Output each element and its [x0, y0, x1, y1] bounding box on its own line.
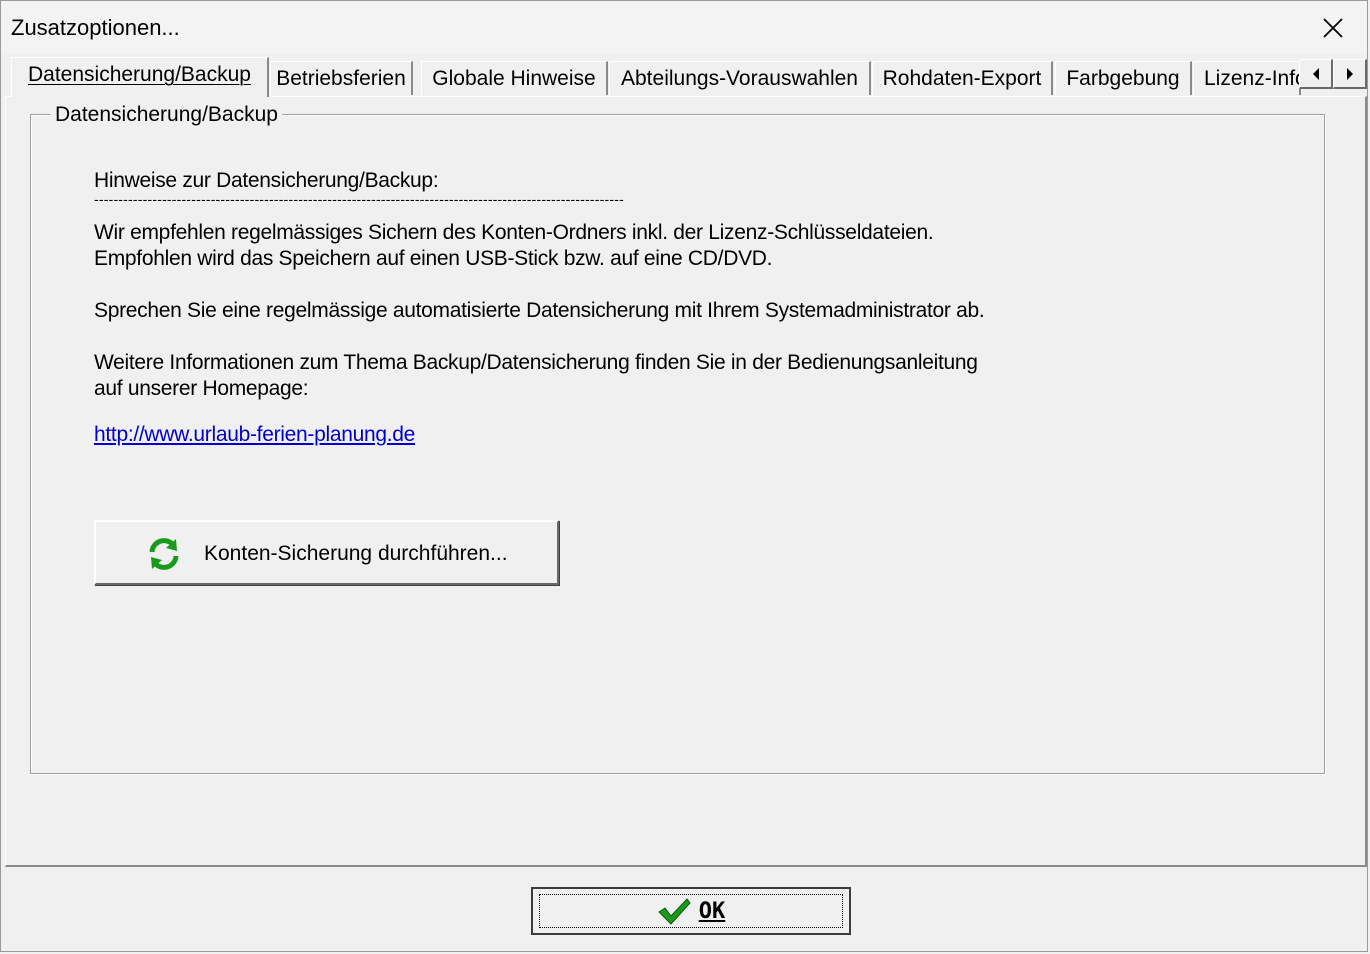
groupbox-title: Datensicherung/Backup — [51, 103, 282, 127]
checkmark-icon — [657, 898, 691, 925]
tab-label: Datensicherung/Backup — [28, 63, 251, 86]
ok-button-label: OK — [698, 898, 726, 924]
tab-globale-hinweise[interactable]: Globale Hinweise — [421, 61, 608, 95]
info-heading: Hinweise zur Datensicherung/Backup: — [94, 169, 439, 192]
tab-scroll-right-button[interactable] — [1333, 59, 1367, 89]
tab-panel-datensicherung: Datensicherung/Backup Hinweise zur Daten… — [5, 96, 1367, 867]
backup-button-label: Konten-Sicherung durchführen... — [204, 542, 508, 565]
tab-rohdaten-export[interactable]: Rohdaten-Export — [872, 61, 1053, 95]
refresh-icon — [149, 538, 179, 570]
close-button[interactable] — [1299, 1, 1367, 54]
tab-farbgebung[interactable]: Farbgebung — [1055, 61, 1192, 95]
ok-button[interactable]: OK — [531, 887, 851, 935]
close-icon — [1323, 17, 1343, 38]
tab-betriebsferien[interactable]: Betriebsferien — [270, 61, 413, 95]
backup-groupbox: Datensicherung/Backup Hinweise zur Daten… — [30, 103, 1325, 774]
dialog-window: Zusatzoptionen... Datensicherung/Backup … — [0, 0, 1368, 952]
backup-button[interactable]: Konten-Sicherung durchführen... — [94, 520, 559, 585]
tab-datensicherung[interactable]: Datensicherung/Backup — [11, 57, 269, 97]
info-line-5: auf unserer Homepage: — [94, 377, 309, 400]
info-line-3: Sprechen Sie eine regelmässige automatis… — [94, 299, 985, 322]
info-line-4: Weitere Informationen zum Thema Backup/D… — [94, 351, 978, 374]
tab-label: Betriebsferien — [276, 67, 406, 90]
tab-abteilungs-vorauswahlen[interactable]: Abteilungs-Vorauswahlen — [609, 61, 871, 95]
window-title: Zusatzoptionen... — [11, 15, 180, 40]
tab-strip: Datensicherung/Backup Betriebsferien Glo… — [7, 57, 1367, 97]
tab-label: Abteilungs-Vorauswahlen — [621, 67, 858, 90]
arrow-right-icon — [1346, 67, 1353, 80]
tab-scroll-left-button[interactable] — [1299, 59, 1333, 89]
tab-label: Rohdaten-Export — [882, 67, 1042, 90]
tab-lizenz-info[interactable]: Lizenz-Info — [1193, 61, 1301, 95]
tab-label: Globale Hinweise — [432, 67, 596, 90]
arrow-left-icon — [1312, 67, 1319, 80]
info-line-1: Wir empfehlen regelmässiges Sichern des … — [94, 221, 934, 244]
homepage-link[interactable]: http://www.urlaub-ferien-planung.de — [94, 423, 415, 447]
tab-label: Lizenz-Info — [1204, 67, 1301, 90]
tab-label: Farbgebung — [1066, 67, 1180, 90]
ok-button-focus: OK — [539, 894, 843, 928]
tab-scroll-arrows — [1299, 59, 1370, 89]
title-bar: Zusatzoptionen... — [1, 1, 1367, 54]
info-line-2: Empfohlen wird das Speichern auf einen U… — [94, 247, 773, 270]
info-separator: ----------------------------------------… — [94, 191, 624, 207]
